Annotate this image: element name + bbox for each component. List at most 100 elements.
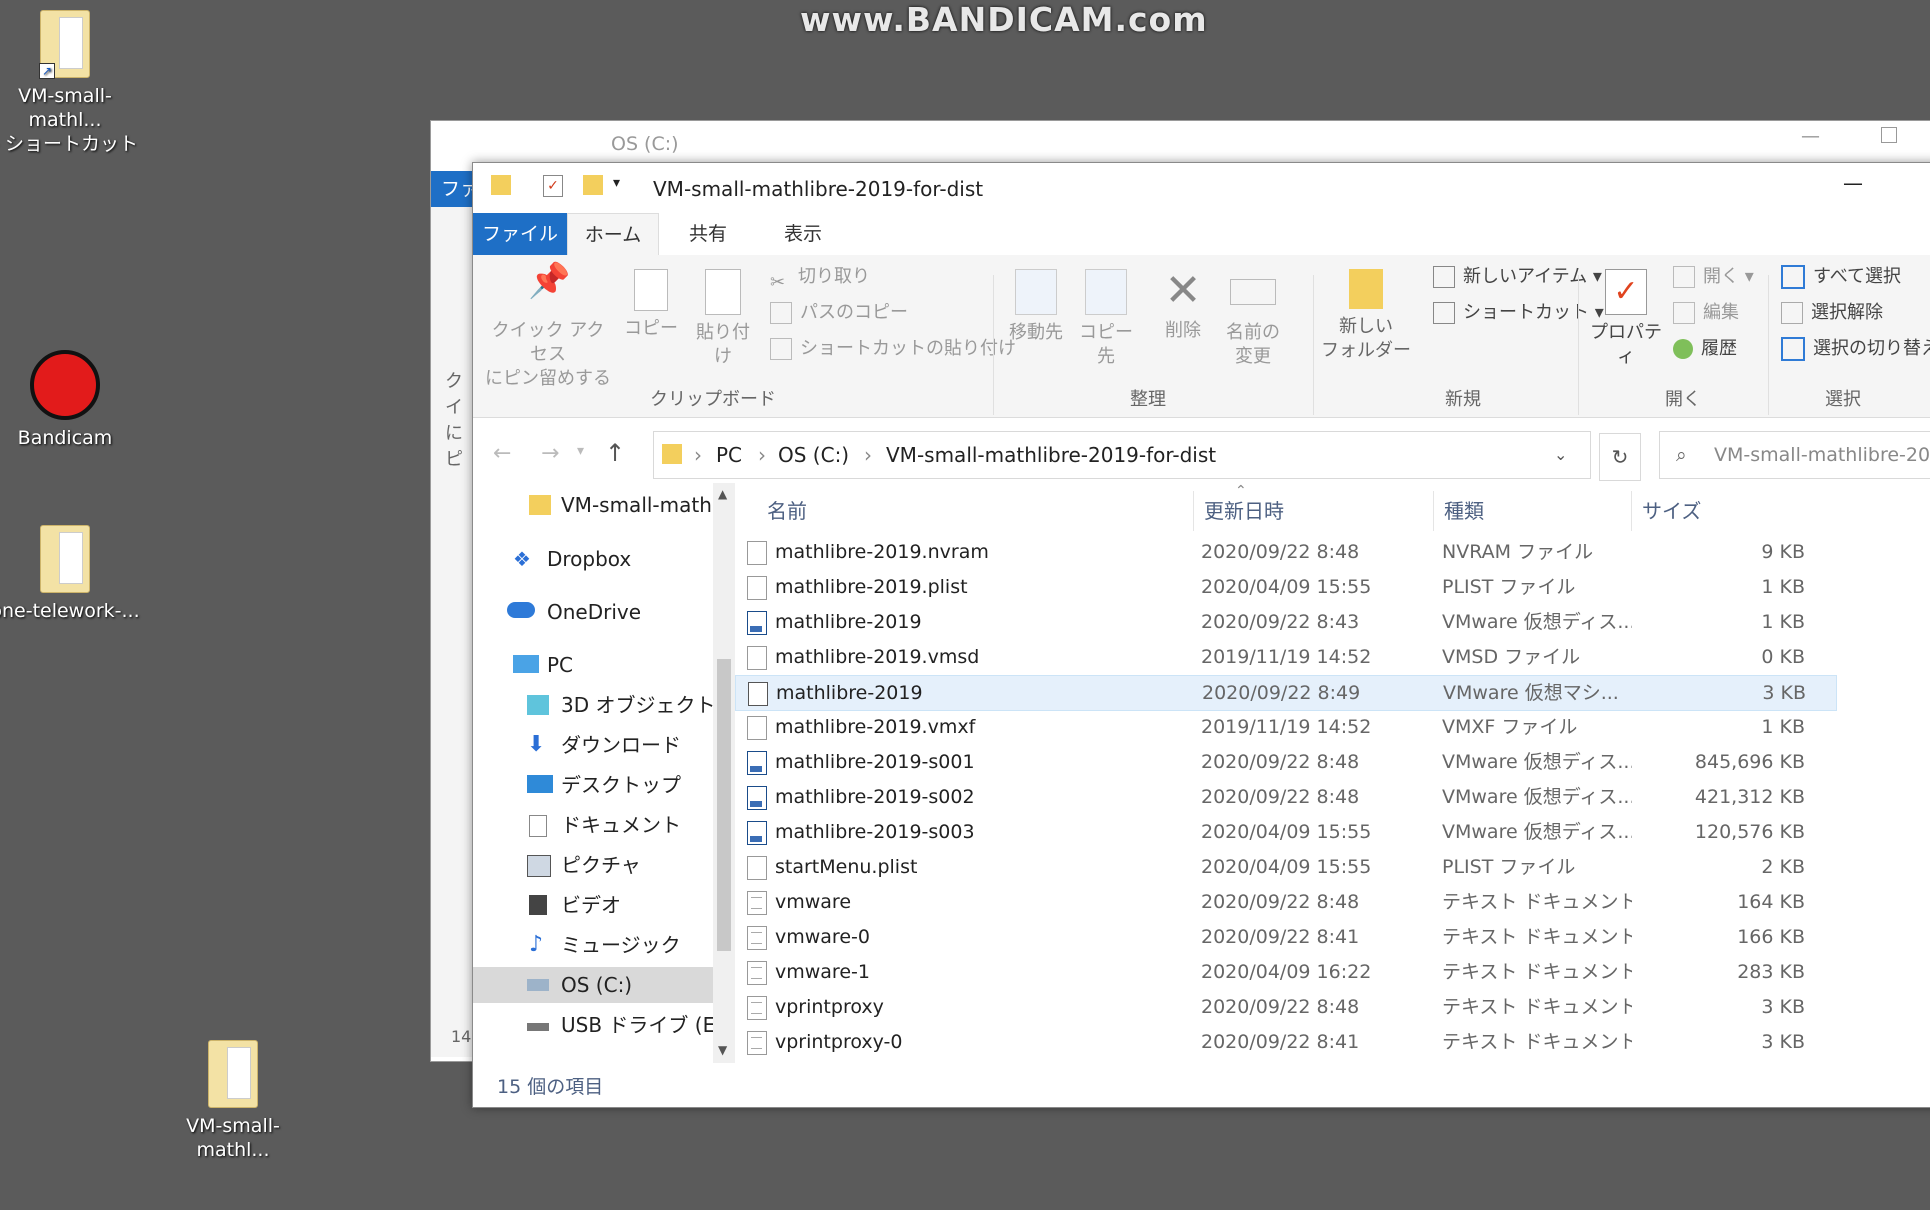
- nav-item-current-folder[interactable]: VM-small-mathl: [473, 487, 717, 523]
- table-row[interactable]: vprintproxy-0 2020/09/22 8:41 テキスト ドキュメント 3…: [735, 1025, 1835, 1059]
- file-type: VMware 仮想ディス...: [1442, 786, 1632, 808]
- nav-item-documents[interactable]: ドキュメント: [473, 807, 713, 843]
- refresh-icon[interactable]: ↻: [1599, 433, 1641, 481]
- cut-button[interactable]: ✂ 切り取り: [770, 261, 870, 293]
- table-row[interactable]: mathlibre-2019-s002 2020/09/22 8:48 VMware…: [735, 780, 1835, 814]
- copy-button[interactable]: コピー: [621, 269, 681, 341]
- properties-label: プロパティ: [1590, 322, 1662, 367]
- table-row[interactable]: mathlibre-2019.plist 2020/04/09 15:55 PLIS…: [735, 570, 1835, 604]
- maximize-icon[interactable]: [1881, 127, 1897, 143]
- column-header-name[interactable]: 名前: [767, 491, 807, 531]
- scroll-thumb[interactable]: [717, 659, 731, 951]
- desktop-bandicam[interactable]: Bandicam: [0, 350, 140, 450]
- column-header-size[interactable]: サイズ: [1631, 491, 1701, 531]
- clipboard-group-title: クリップボード: [650, 389, 776, 410]
- address-bar[interactable]: › PC › OS (C:) › VM-small-mathlibre-2019…: [653, 431, 1591, 479]
- table-row[interactable]: vmware-0 2020/09/22 8:41 テキスト ドキュメント 166 KB: [735, 920, 1835, 954]
- desktop-telework[interactable]: one-telework-...: [0, 525, 140, 623]
- forward-arrow-icon[interactable]: →: [541, 441, 559, 466]
- select-none-button[interactable]: 選択解除: [1781, 297, 1883, 329]
- table-row[interactable]: startMenu.plist 2020/04/09 15:55 PLIST ファイ…: [735, 850, 1835, 884]
- group-divider: [1578, 275, 1579, 415]
- invert-selection-button[interactable]: 選択の切り替え: [1781, 333, 1930, 365]
- scroll-up-icon[interactable]: ▲: [718, 487, 727, 501]
- desktop-vm-folder[interactable]: VM-small-mathl...: [158, 1040, 308, 1162]
- explorer-window[interactable]: ✓ ▾ VM-small-mathlibre-2019-for-dist — フ…: [472, 162, 1930, 1108]
- table-row[interactable]: vprintproxy 2020/09/22 8:48 テキスト ドキュメント 3 K…: [735, 990, 1835, 1024]
- history-button[interactable]: 履歴: [1673, 333, 1737, 365]
- file-date: 2019/11/19 14:52: [1201, 646, 1372, 668]
- select-all-button[interactable]: すべて選択: [1781, 261, 1901, 293]
- nav-label: VM-small-mathl: [561, 493, 718, 517]
- scroll-down-icon[interactable]: ▼: [718, 1043, 727, 1057]
- paste-shortcut-button[interactable]: ショートカットの貼り付け: [770, 333, 1016, 365]
- tab-share[interactable]: 共有: [663, 213, 753, 255]
- properties-button[interactable]: ✓ プロパティ: [1585, 269, 1667, 369]
- breadcrumb-os-c[interactable]: OS (C:): [778, 432, 849, 478]
- address-dropdown-icon[interactable]: ⌄: [1554, 432, 1567, 478]
- minimize-icon[interactable]: —: [1801, 125, 1820, 147]
- new-folder-quick-icon[interactable]: [583, 175, 603, 195]
- paste-button[interactable]: 貼り付け: [688, 269, 758, 369]
- column-header-type[interactable]: 種類: [1433, 491, 1484, 531]
- select-none-label: 選択解除: [1811, 302, 1883, 323]
- search-placeholder: VM-small-mathlibre-2019: [1714, 444, 1930, 466]
- nav-item-pc[interactable]: PC: [473, 647, 713, 683]
- copy-to-button[interactable]: コピー先: [1071, 269, 1141, 369]
- nav-item-os-c[interactable]: OS (C:): [473, 967, 713, 1003]
- tab-view[interactable]: 表示: [758, 213, 848, 255]
- table-row-selected[interactable]: mathlibre-2019 2020/09/22 8:49 VMware 仮想マシ…: [735, 675, 1837, 711]
- nav-item-dropbox[interactable]: ❖ Dropbox: [473, 541, 713, 577]
- virtual-disk-icon: [747, 821, 767, 845]
- edit-button[interactable]: 編集: [1673, 297, 1739, 329]
- select-all-label: すべて選択: [1813, 266, 1902, 287]
- up-arrow-icon[interactable]: ↑: [605, 439, 625, 467]
- nav-scrollbar[interactable]: ▲ ▼: [713, 483, 735, 1063]
- table-row[interactable]: mathlibre-2019-s003 2020/04/09 15:55 VMwar…: [735, 815, 1835, 849]
- new-folder-button[interactable]: 新しい フォルダー: [1321, 269, 1411, 363]
- nav-item-3d-objects[interactable]: 3D オブジェクト: [473, 687, 715, 723]
- table-row[interactable]: mathlibre-2019-s001 2020/09/22 8:48 VMware…: [735, 745, 1835, 779]
- back-arrow-icon[interactable]: ←: [493, 441, 511, 466]
- column-header-date[interactable]: 更新日時: [1193, 491, 1284, 531]
- nav-item-onedrive[interactable]: OneDrive: [473, 594, 713, 630]
- table-row[interactable]: mathlibre-2019.vmxf 2019/11/19 14:52 VMXF …: [735, 710, 1835, 744]
- delete-button[interactable]: ✕ 削除: [1158, 269, 1208, 343]
- pin-quick-access-button[interactable]: 📌 クイック アクセス にピン留めする: [483, 264, 613, 391]
- table-row[interactable]: mathlibre-2019.nvram 2020/09/22 8:48 NVRAM…: [735, 535, 1835, 569]
- table-row[interactable]: mathlibre-2019 2020/09/22 8:43 VMware 仮想ディ…: [735, 605, 1835, 639]
- breadcrumb-pc[interactable]: PC: [716, 432, 742, 478]
- minimize-button[interactable]: —: [1843, 171, 1863, 195]
- file-date: 2019/11/19 14:52: [1201, 716, 1372, 738]
- nav-label: ダウンロード: [561, 733, 681, 757]
- nav-item-music[interactable]: ♪ ミュージック: [473, 927, 713, 963]
- folder-icon: [529, 495, 551, 515]
- table-row[interactable]: mathlibre-2019.vmsd 2019/11/19 14:52 VMSD …: [735, 640, 1835, 674]
- copy-path-button[interactable]: パスのコピー: [770, 297, 908, 329]
- text-file-icon: [747, 961, 767, 985]
- file-size: 1 KB: [1761, 611, 1805, 633]
- dropbox-icon: ❖: [513, 547, 531, 571]
- table-row[interactable]: vmware-1 2020/04/09 16:22 テキスト ドキュメント 283 K…: [735, 955, 1835, 989]
- recent-locations-icon[interactable]: ▾: [577, 443, 584, 459]
- open-button[interactable]: 開く ▾: [1673, 261, 1754, 293]
- nav-item-desktop[interactable]: デスクトップ: [473, 767, 713, 803]
- paste-label: 貼り付け: [696, 322, 750, 367]
- tab-home[interactable]: ホーム: [567, 213, 659, 257]
- tab-file[interactable]: ファイル: [473, 213, 567, 255]
- new-item-button[interactable]: 新しいアイテム ▾: [1433, 261, 1602, 293]
- move-to-label: 移動先: [1009, 322, 1063, 343]
- search-box[interactable]: ⌕ VM-small-mathlibre-2019: [1659, 431, 1930, 479]
- rename-button[interactable]: 名前の 変更: [1218, 269, 1288, 369]
- breadcrumb-current[interactable]: VM-small-mathlibre-2019-for-dist: [886, 432, 1216, 478]
- nav-item-videos[interactable]: ビデオ: [473, 887, 713, 923]
- customize-toolbar-icon[interactable]: ▾: [613, 175, 620, 191]
- nav-item-usb[interactable]: USB ドライブ (E:): [473, 1007, 730, 1043]
- table-row[interactable]: vmware 2020/09/22 8:48 テキスト ドキュメント 164 KB: [735, 885, 1835, 919]
- desktop-shortcut-vm[interactable]: ↗ VM-small-mathl... - ショートカット: [0, 10, 140, 156]
- nav-item-pictures[interactable]: ピクチャ: [473, 847, 713, 883]
- move-to-button[interactable]: 移動先: [1001, 269, 1071, 345]
- properties-quick-icon[interactable]: ✓: [543, 175, 563, 197]
- nav-item-downloads[interactable]: ⬇ ダウンロード: [473, 727, 713, 763]
- file-name: vmware-1: [775, 961, 870, 983]
